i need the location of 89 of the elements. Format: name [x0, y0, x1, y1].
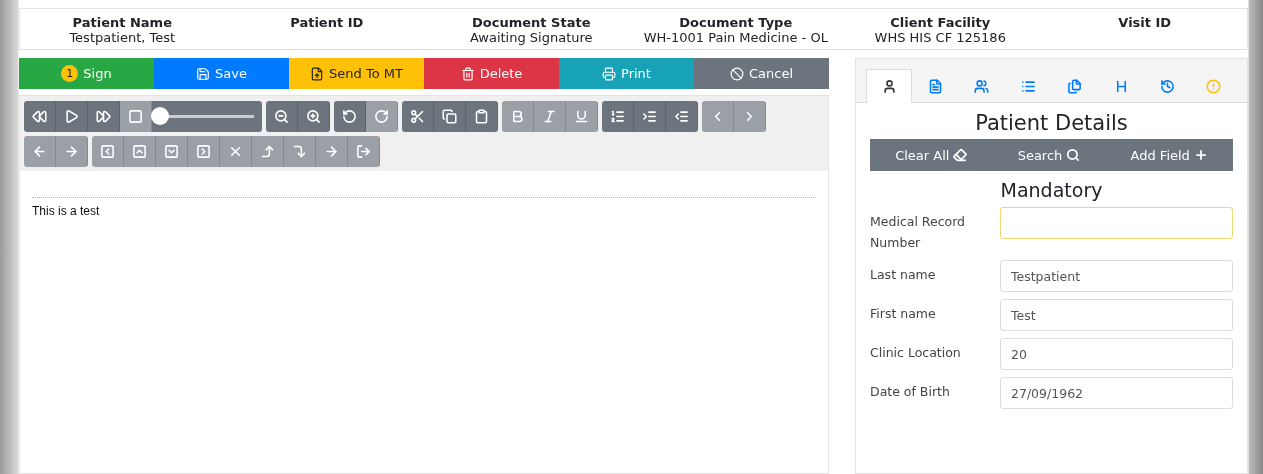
panel-tab[interactable]: [866, 69, 913, 103]
toolbar-button[interactable]: [298, 101, 330, 132]
header-label: Patient ID: [290, 15, 364, 30]
slider-thumb[interactable]: [151, 107, 169, 125]
square-chevron-left-icon: [100, 144, 115, 159]
input-field[interactable]: Test: [1000, 299, 1233, 331]
toolbar-button[interactable]: [466, 101, 498, 132]
zoom-out-icon: [274, 109, 289, 124]
users-icon: [974, 79, 990, 94]
toolbar-button[interactable]: [56, 101, 88, 132]
toolbar-button[interactable]: [334, 101, 366, 132]
rewind-icon: [32, 109, 47, 124]
scissors-icon: [410, 109, 425, 124]
panel-tool-button[interactable]: Clear All: [889, 146, 974, 164]
exit-icon: [356, 144, 371, 159]
input-field[interactable]: [1000, 207, 1233, 239]
play-icon: [64, 109, 79, 124]
section-heading: Mandatory: [999, 179, 1104, 201]
document-text: This is a test: [32, 204, 101, 218]
field-label: Medical Record Number: [870, 213, 967, 252]
list-icon: [1020, 79, 1036, 94]
alert-icon: [1206, 79, 1222, 94]
toolbar-button[interactable]: [666, 101, 698, 132]
action-button[interactable]: Print: [559, 58, 694, 89]
zoom-in-icon: [306, 109, 321, 124]
input-field[interactable]: 27/09/1962: [1000, 377, 1233, 409]
count-badge: 1: [61, 65, 79, 82]
toolbar-button[interactable]: [88, 101, 120, 132]
field-label: Clinic Location: [870, 344, 962, 362]
header-label: Document State: [472, 15, 591, 30]
header-value: Testpatient, Test: [69, 30, 176, 45]
trash-icon: [460, 66, 475, 81]
copy-icon: [442, 109, 457, 124]
toolbar-button[interactable]: [402, 101, 434, 132]
italic-icon: [542, 109, 557, 124]
save-icon: [196, 66, 211, 81]
outdent-icon: [674, 109, 689, 124]
action-button[interactable]: Send To MT: [289, 58, 424, 89]
action-button[interactable]: Delete: [424, 58, 559, 89]
toolbar-button[interactable]: [634, 101, 666, 132]
files-icon: [1067, 79, 1083, 94]
action-button[interactable]: Save: [154, 58, 289, 89]
panel-tool-button[interactable]: Search: [1011, 146, 1087, 164]
document-icon: [928, 79, 944, 94]
toolbar-button[interactable]: [602, 101, 634, 132]
toolbar-button[interactable]: [266, 101, 298, 132]
plus-icon: [1193, 148, 1208, 162]
header-label: Document Type: [679, 15, 793, 30]
search-icon: [1066, 148, 1081, 162]
file-upload-icon: [310, 66, 325, 81]
action-button[interactable]: 1 Sign: [19, 58, 154, 89]
arrow-right-icon: [324, 144, 339, 159]
bold-icon: [510, 109, 525, 124]
clipboard-icon: [474, 109, 489, 124]
ban-icon: [729, 66, 744, 81]
panel-tool-button[interactable]: Add Field: [1124, 146, 1214, 164]
header-label: Client Facility: [890, 15, 991, 30]
field-label: Last name: [870, 266, 937, 284]
square-chevron-down-icon: [164, 144, 179, 159]
header-value: Awaiting Signature: [469, 30, 593, 45]
square-chevron-up-icon: [132, 144, 147, 159]
input-field[interactable]: 20: [1000, 338, 1233, 370]
toolbar-button[interactable]: [434, 101, 466, 132]
header-value: WHS HIS CF 125186: [874, 30, 1006, 45]
corner-up-icon: [260, 144, 275, 159]
underline-icon: [574, 109, 589, 124]
history-icon: [1159, 79, 1175, 94]
redo-icon: [374, 109, 389, 124]
stop-icon: [128, 109, 143, 124]
fast-forward-icon: [96, 109, 111, 124]
input-field[interactable]: Testpatient: [1000, 260, 1233, 292]
user-icon: [881, 79, 897, 94]
header-label: Visit ID: [1118, 15, 1172, 30]
close-icon: [228, 144, 243, 159]
indent-icon: [642, 109, 657, 124]
action-button[interactable]: Cancel: [694, 58, 829, 89]
square-chevron-right-icon: [196, 144, 211, 159]
toolbar-button[interactable]: [24, 101, 56, 132]
field-label: First name: [870, 305, 937, 323]
printer-icon: [602, 66, 617, 81]
panel-title: Patient Details: [974, 111, 1129, 135]
field-label: Date of Birth: [870, 383, 951, 401]
header-label: Patient Name: [72, 15, 172, 30]
eraser-icon: [953, 148, 968, 162]
header-value: WH-1001 Pain Medicine - OL: [643, 30, 828, 45]
corner-down-icon: [292, 144, 307, 159]
undo-icon: [342, 109, 357, 124]
arrow-right-icon: [64, 144, 79, 159]
numbered-list-icon: [610, 109, 625, 124]
